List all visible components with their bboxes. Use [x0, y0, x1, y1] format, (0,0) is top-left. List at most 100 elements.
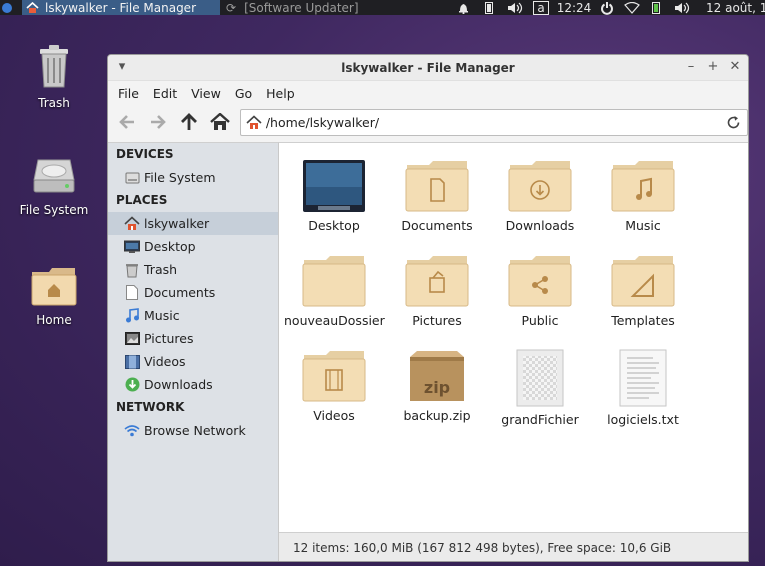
minimize-icon[interactable]: – [683, 59, 699, 75]
keyboard-layout-indicator[interactable]: a [531, 0, 551, 15]
text-file-icon [619, 349, 667, 407]
date-label: 12 août, 12 [706, 0, 765, 15]
file-item-desktop[interactable]: Desktop [284, 159, 384, 233]
clock[interactable]: 12:24 [556, 0, 592, 15]
file-item-downloads[interactable]: Downloads [490, 159, 590, 233]
file-item-backup-zip[interactable]: zip backup.zip [387, 349, 487, 423]
sidebar-item-browse-network[interactable]: Browse Network [108, 419, 278, 442]
blank-file-icon [516, 349, 564, 407]
taskbar-file-manager[interactable]: lskywalker - File Manager [22, 0, 220, 15]
file-item-label: backup.zip [403, 408, 471, 423]
sidebar: DEVICES File System PLACES lskywalker De… [108, 142, 279, 561]
hard-drive-icon [124, 170, 140, 186]
sidebar-item-label: File System [144, 170, 216, 185]
file-manager-window: ▾ lskywalker - File Manager – + ✕ File E… [107, 54, 749, 562]
status-bar: 12 items: 160,0 MiB (167 812 498 bytes),… [279, 532, 748, 561]
arrow-right-icon [151, 115, 167, 129]
battery-level-icon[interactable] [649, 0, 663, 15]
trash-icon [9, 43, 99, 92]
file-item-documents[interactable]: Documents [387, 159, 487, 233]
file-item-music[interactable]: Music [593, 159, 693, 233]
file-item-label: grandFichier [501, 412, 579, 427]
menu-edit[interactable]: Edit [146, 86, 184, 101]
file-item-videos[interactable]: Videos [284, 349, 384, 423]
app-menu-icon[interactable] [0, 0, 14, 15]
date[interactable]: 12 août, 12 [700, 0, 765, 15]
templates-folder-icon [611, 256, 675, 307]
file-item-public[interactable]: Public [490, 254, 590, 328]
file-item-pictures[interactable]: Pictures [387, 254, 487, 328]
sidebar-item-documents[interactable]: Documents [108, 281, 278, 304]
bell-icon[interactable] [455, 0, 471, 15]
sidebar-item-label: Browse Network [144, 423, 246, 438]
taskbar-software-updater[interactable]: ⟳ [Software Updater] [226, 0, 426, 15]
file-item-label: Desktop [308, 218, 360, 233]
file-item-grandfichier[interactable]: grandFichier [490, 349, 590, 427]
desktop-icon-label: File System [19, 203, 89, 217]
taskbar-label: lskywalker - File Manager [45, 0, 197, 15]
file-item-logiciels-txt[interactable]: logiciels.txt [593, 349, 693, 427]
close-icon[interactable]: ✕ [727, 59, 743, 75]
document-icon [124, 285, 140, 301]
maximize-icon[interactable]: + [705, 59, 721, 75]
volume-icon[interactable] [505, 0, 527, 15]
sidebar-section-devices: DEVICES [116, 147, 174, 161]
location-bar[interactable]: /home/lskywalker/ [239, 108, 748, 136]
desktop-folder-icon [303, 160, 365, 212]
file-item-label: Videos [313, 408, 355, 423]
desktop-icon-label: Trash [38, 96, 70, 110]
file-view[interactable]: Desktop Documents Downloads Music nouvea… [279, 142, 748, 532]
menu-file[interactable]: File [111, 86, 146, 101]
sidebar-item-videos[interactable]: Videos [108, 350, 278, 373]
desktop-icon-trash[interactable]: Trash [9, 43, 99, 110]
videos-folder-icon [302, 351, 366, 402]
zip-archive-icon: zip [410, 351, 464, 401]
network-status-icon[interactable] [622, 0, 642, 15]
file-item-label: Downloads [505, 218, 575, 233]
title-bar[interactable]: ▾ lskywalker - File Manager – + ✕ [108, 55, 748, 81]
sidebar-item-trash[interactable]: Trash [108, 258, 278, 281]
reload-icon[interactable] [726, 115, 741, 134]
battery-icon[interactable] [481, 0, 497, 15]
desktop-icon-home[interactable]: Home [9, 266, 99, 327]
arrow-left-icon [119, 115, 135, 129]
sidebar-item-lskywalker[interactable]: lskywalker [108, 212, 278, 235]
menu-view[interactable]: View [184, 86, 228, 101]
window-title: lskywalker - File Manager [341, 61, 515, 75]
file-item-label: Templates [611, 313, 675, 328]
desktop-icon [124, 239, 140, 255]
back-button[interactable] [112, 108, 143, 136]
sidebar-item-label: Videos [144, 354, 186, 369]
pictures-folder-icon [405, 256, 469, 307]
file-item-label: Music [625, 218, 661, 233]
desktop-icon-label: Home [36, 313, 72, 327]
keyboard-layout-label: a [533, 0, 549, 15]
forward-button[interactable] [143, 108, 174, 136]
file-item-nouveaudossier[interactable]: nouveauDossier [284, 254, 385, 328]
pictures-icon [124, 331, 140, 347]
file-item-templates[interactable]: Templates [593, 254, 693, 328]
sidebar-item-music[interactable]: Music [108, 304, 278, 327]
sidebar-item-label: Desktop [144, 239, 196, 254]
location-path[interactable]: /home/lskywalker/ [266, 115, 379, 130]
menu-help[interactable]: Help [259, 86, 302, 101]
desktop-icon-file-system[interactable]: File System [9, 156, 99, 217]
documents-folder-icon [405, 161, 469, 212]
home-icon [124, 216, 140, 232]
sidebar-item-label: Trash [144, 262, 178, 277]
sidebar-item-pictures[interactable]: Pictures [108, 327, 278, 350]
menu-go[interactable]: Go [228, 86, 259, 101]
file-item-label: Documents [401, 218, 473, 233]
sidebar-item-downloads[interactable]: Downloads [108, 373, 278, 396]
sidebar-item-file-system[interactable]: File System [108, 166, 278, 189]
home-button[interactable] [205, 108, 236, 136]
downloads-icon [124, 377, 140, 393]
power-icon[interactable] [597, 0, 617, 15]
clock-time: 12:24 [556, 0, 592, 15]
sidebar-item-desktop[interactable]: Desktop [108, 235, 278, 258]
up-button[interactable] [174, 108, 205, 136]
music-icon [124, 308, 140, 324]
trash-icon [124, 262, 140, 278]
volume-icon[interactable] [672, 0, 694, 15]
videos-icon [124, 354, 140, 370]
